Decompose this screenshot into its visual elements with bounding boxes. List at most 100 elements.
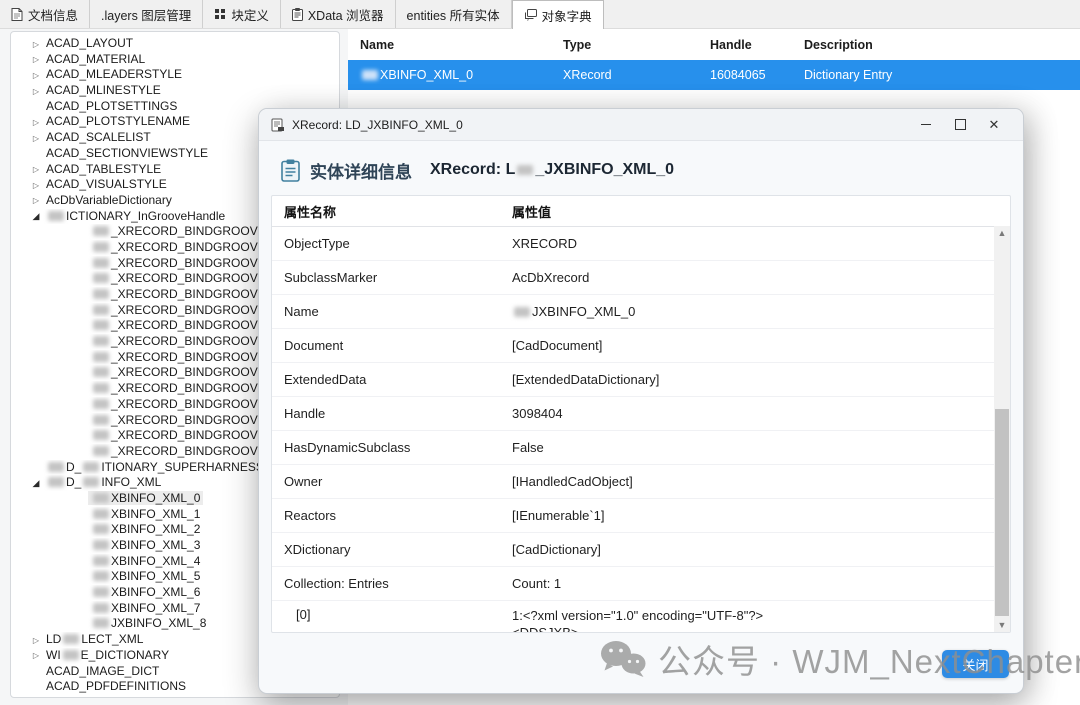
property-scrollbar[interactable]: ▲ ▼	[994, 226, 1010, 632]
tab-layers[interactable]: .layers 图层管理	[90, 0, 203, 28]
expand-arrow-icon[interactable]: ▷	[29, 633, 43, 648]
expand-arrow-icon[interactable]: ▷	[29, 84, 43, 99]
property-row[interactable]: Reactors[IEnumerable`1]	[272, 499, 1010, 533]
expand-arrow-icon[interactable]: ▷	[29, 68, 43, 83]
tree-item[interactable]: ▷ACAD_MLINESTYLE	[11, 83, 339, 99]
property-name: Handle	[272, 406, 512, 421]
property-row[interactable]: Collection: EntriesCount: 1	[272, 567, 1010, 601]
detail-clipboard-icon	[281, 159, 300, 182]
tree-item-label: ACAD_VISUALSTYLE	[43, 177, 170, 191]
expand-arrow-icon[interactable]: ▷	[29, 37, 43, 52]
document-icon	[11, 8, 23, 21]
tree-item-label: ACAD_PLOTSTYLENAME	[43, 114, 193, 128]
tree-item[interactable]: ▷ACAD_MLEADERSTYLE	[11, 67, 339, 83]
entity-detail-heading: 实体详细信息 XRecord: L_JXBINFO_XML_0	[281, 153, 1003, 187]
column-header-property-name: 属性名称	[272, 202, 512, 221]
dialog-title-bar[interactable]: XRecord: LD_JXBINFO_XML_0 ✕	[259, 109, 1023, 141]
collapse-arrow-icon[interactable]: ◢	[29, 209, 43, 224]
expand-arrow-icon[interactable]: ▷	[29, 193, 43, 208]
tree-item-label: XBINFO_XML_7	[88, 601, 203, 615]
redacted-text	[93, 305, 109, 315]
redacted-text	[48, 477, 64, 487]
property-name: HasDynamicSubclass	[272, 440, 512, 455]
tree-item[interactable]: ▷ACAD_LAYOUT	[11, 36, 339, 52]
expand-arrow-icon[interactable]: ▷	[29, 115, 43, 130]
pages-icon	[524, 9, 537, 21]
property-value: [IEnumerable`1]	[512, 508, 1010, 523]
tree-item-label: D_ITIONARY_SUPERHARNESS	[43, 460, 267, 474]
property-name: [0]	[272, 607, 512, 622]
scrollbar-thumb[interactable]	[995, 409, 1009, 616]
redacted-text	[63, 650, 79, 660]
property-row[interactable]: Document[CadDocument]	[272, 329, 1010, 363]
property-row[interactable]: ExtendedData[ExtendedDataDictionary]	[272, 363, 1010, 397]
cell-name: XBINFO_XML_0	[348, 68, 563, 82]
property-row[interactable]: [0]1:<?xml version="1.0" encoding="UTF-8…	[272, 601, 1010, 633]
tab-all-entities[interactable]: entities 所有实体	[396, 0, 512, 28]
property-table: 属性名称 属性值 ObjectTypeXRECORDSubclassMarker…	[271, 195, 1011, 633]
collapse-arrow-icon[interactable]: ◢	[29, 476, 43, 491]
tree-item-label: ACAD_MLEADERSTYLE	[43, 67, 185, 81]
property-row[interactable]: SubclassMarkerAcDbXrecord	[272, 261, 1010, 295]
tab-bar: 文档信息 .layers 图层管理 块定义 XData 浏览器 entities…	[0, 0, 1080, 29]
redacted-text	[93, 430, 109, 440]
expand-arrow-icon[interactable]: ▷	[29, 131, 43, 146]
column-header-type[interactable]: Type	[563, 38, 710, 52]
tab-block-definitions[interactable]: 块定义	[203, 0, 281, 28]
blocks-icon	[214, 8, 226, 20]
tree-item-label: XBINFO_XML_1	[88, 507, 203, 521]
tree-item-label: D_INFO_XML	[43, 475, 164, 489]
property-row[interactable]: HasDynamicSubclassFalse	[272, 431, 1010, 465]
redacted-text	[93, 556, 109, 566]
property-value: False	[512, 440, 1010, 455]
expand-arrow-icon[interactable]: ▷	[29, 178, 43, 193]
tree-item-label: ACAD_MATERIAL	[43, 52, 148, 66]
close-window-button[interactable]: ✕	[977, 113, 1011, 137]
redacted-text	[93, 603, 109, 613]
tree-item-label: XBINFO_XML_2	[88, 522, 203, 536]
property-row[interactable]: NameJXBINFO_XML_0	[272, 295, 1010, 329]
maximize-button[interactable]	[943, 113, 977, 137]
expand-arrow-icon[interactable]: ▷	[29, 648, 43, 663]
redacted-text	[93, 258, 109, 268]
column-header-description[interactable]: Description	[804, 38, 1080, 52]
tab-label: XData 浏览器	[308, 5, 384, 24]
scroll-up-icon[interactable]: ▲	[994, 226, 1010, 240]
tab-xdata-browser[interactable]: XData 浏览器	[281, 0, 396, 28]
property-value: 3098404	[512, 406, 1010, 421]
tab-object-dictionary[interactable]: 对象字典	[512, 0, 604, 29]
minimize-button[interactable]	[909, 113, 943, 137]
tree-item-label: ACAD_TABLESTYLE	[43, 162, 164, 176]
property-row[interactable]: Owner[IHandledCadObject]	[272, 465, 1010, 499]
redacted-text	[93, 367, 109, 377]
entity-table-row-selected[interactable]: XBINFO_XML_0 XRecord 16084065 Dictionary…	[348, 60, 1080, 90]
redacted-text	[93, 509, 109, 519]
column-header-name[interactable]: Name	[348, 38, 563, 52]
redacted-text	[63, 634, 79, 644]
property-row[interactable]: Handle3098404	[272, 397, 1010, 431]
property-value: AcDbXrecord	[512, 270, 1010, 285]
property-value: [CadDocument]	[512, 338, 1010, 353]
tree-item-label: ACAD_PDFDEFINITIONS	[43, 679, 189, 693]
redacted-text	[93, 242, 109, 252]
expand-arrow-icon[interactable]: ▷	[29, 52, 43, 67]
property-name: Reactors	[272, 508, 512, 523]
redacted-text	[362, 70, 378, 80]
property-row[interactable]: XDictionary[CadDictionary]	[272, 533, 1010, 567]
redacted-text	[48, 462, 64, 472]
cell-description: Dictionary Entry	[804, 68, 1080, 82]
tab-document-info[interactable]: 文档信息	[0, 0, 90, 28]
tree-item-label: _XRECORD_BINDGROOVE_N	[88, 381, 284, 395]
detail-heading-label: 实体详细信息	[310, 158, 412, 183]
property-value: XRECORD	[512, 236, 1010, 251]
expand-arrow-icon[interactable]: ▷	[29, 162, 43, 177]
tree-item-label: XBINFO_XML_0	[88, 491, 203, 505]
tree-item[interactable]: ▷ACAD_MATERIAL	[11, 52, 339, 68]
column-header-handle[interactable]: Handle	[710, 38, 804, 52]
property-row[interactable]: ObjectTypeXRECORD	[272, 227, 1010, 261]
property-name: Name	[272, 304, 512, 319]
tree-item-label: _XRECORD_BINDGROOVE_L	[88, 303, 282, 317]
scroll-down-icon[interactable]: ▼	[994, 618, 1010, 632]
tab-label: 对象字典	[542, 6, 592, 25]
close-button[interactable]: 关闭	[942, 650, 1009, 678]
